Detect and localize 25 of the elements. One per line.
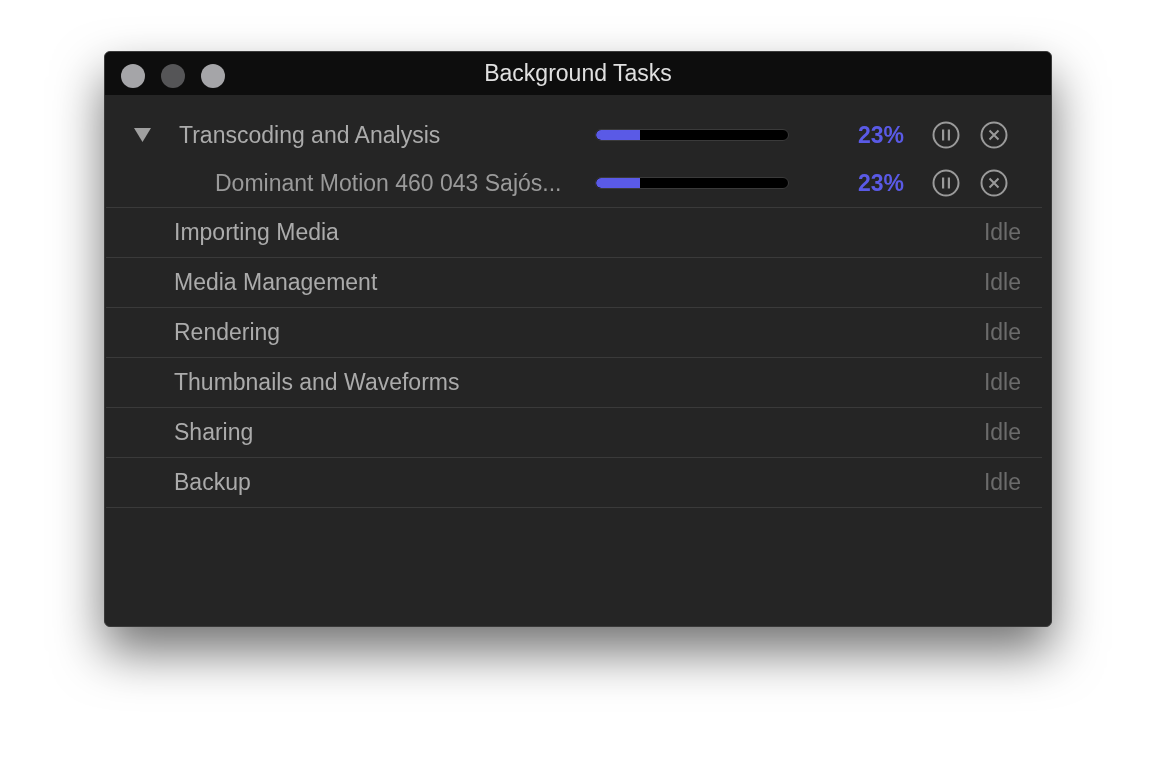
task-name: Sharing xyxy=(174,418,254,448)
window-title: Background Tasks xyxy=(484,59,672,89)
progress-percentage: 23% xyxy=(856,120,904,150)
task-status: Idle xyxy=(983,268,1021,298)
task-status: Idle xyxy=(983,318,1021,348)
disclosure-triangle-icon[interactable] xyxy=(134,128,151,142)
task-name: Transcoding and Analysis xyxy=(179,120,442,150)
cancel-button[interactable] xyxy=(980,121,1008,149)
task-status: Idle xyxy=(983,368,1021,398)
close-window-button[interactable] xyxy=(121,64,145,88)
task-name: Dominant Motion 460 043 Sajós... xyxy=(215,168,563,198)
cancel-button[interactable] xyxy=(980,169,1008,197)
task-name: Importing Media xyxy=(174,218,339,248)
task-name: Media Management xyxy=(174,268,378,298)
zoom-window-button[interactable] xyxy=(201,64,225,88)
pause-button[interactable] xyxy=(932,121,960,149)
progress-percentage: 23% xyxy=(856,168,904,198)
task-name: Thumbnails and Waveforms xyxy=(174,368,460,398)
task-status: Idle xyxy=(983,468,1021,498)
minimize-window-button[interactable] xyxy=(161,64,185,88)
pause-button[interactable] xyxy=(932,169,960,197)
task-status: Idle xyxy=(983,218,1021,248)
task-status: Idle xyxy=(983,418,1021,448)
task-name: Rendering xyxy=(174,318,281,348)
task-name: Backup xyxy=(174,468,251,498)
